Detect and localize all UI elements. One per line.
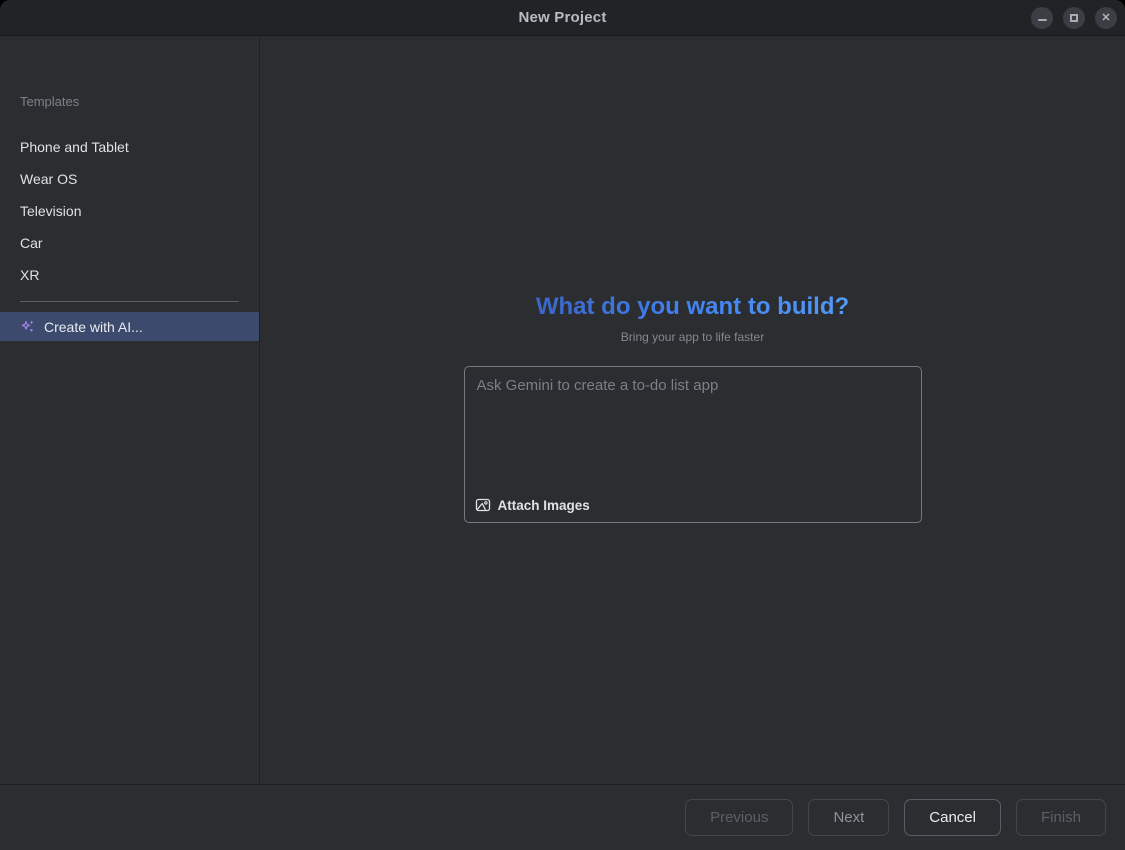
page-title: What do you want to build? [536,293,849,321]
previous-button[interactable]: Previous [685,799,793,836]
gemini-prompt-input[interactable] [465,367,921,477]
image-icon [475,497,491,513]
gemini-prompt-box: Attach Images [464,366,922,523]
sidebar-item-phone-and-tablet[interactable]: Phone and Tablet [0,131,259,163]
template-list: Phone and Tablet Wear OS Television Car … [0,131,259,291]
close-icon: ✕ [1101,13,1110,24]
gemini-sparkle-icon [20,319,36,335]
templates-sidebar: Templates Phone and Tablet Wear OS Telev… [0,36,260,784]
minimize-button[interactable] [1031,7,1053,29]
page-subtitle: Bring your app to life faster [621,330,764,344]
minimize-icon [1038,19,1047,21]
sidebar-header: Templates [0,93,259,111]
maximize-button[interactable] [1063,7,1085,29]
window-controls: ✕ [1031,0,1117,36]
sidebar-item-car[interactable]: Car [0,227,259,259]
sidebar-item-create-with-ai[interactable]: Create with AI... [0,312,259,341]
close-button[interactable]: ✕ [1095,7,1117,29]
titlebar: New Project ✕ [0,0,1125,36]
sidebar-divider [20,301,239,302]
new-project-dialog: New Project ✕ Templates Phone and Tablet… [0,0,1125,850]
create-with-ai-label: Create with AI... [44,319,143,335]
sidebar-item-television[interactable]: Television [0,195,259,227]
sidebar-item-wear-os[interactable]: Wear OS [0,163,259,195]
cancel-button[interactable]: Cancel [904,799,1001,836]
attach-images-label: Attach Images [498,498,590,513]
dialog-footer: Previous Next Cancel Finish [0,784,1125,850]
main-panel: What do you want to build? Bring your ap… [260,36,1125,784]
finish-button[interactable]: Finish [1016,799,1106,836]
attach-images-button[interactable]: Attach Images [475,497,590,513]
next-button[interactable]: Next [808,799,889,836]
sidebar-item-xr[interactable]: XR [0,259,259,291]
maximize-icon [1070,14,1078,22]
window-title: New Project [518,9,606,26]
